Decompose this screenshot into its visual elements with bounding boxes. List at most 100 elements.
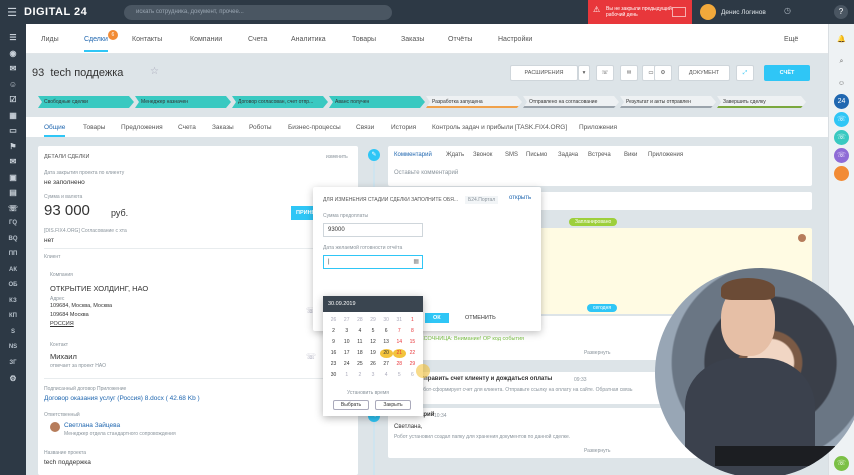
- day-cell[interactable]: 14: [393, 338, 406, 347]
- sum-value[interactable]: 93 000: [44, 202, 90, 219]
- day-cell[interactable]: 12: [366, 338, 379, 347]
- menu-icon[interactable]: ☰: [0, 6, 24, 19]
- chat-bot-icon[interactable]: ☏: [834, 148, 849, 163]
- day-cell[interactable]: 3: [340, 327, 353, 336]
- day-cell[interactable]: 27: [380, 360, 393, 369]
- tab-products[interactable]: Товары: [83, 124, 105, 131]
- tab-apps[interactable]: Приложения: [579, 124, 617, 131]
- nav-settings[interactable]: Настройки: [498, 36, 532, 43]
- help-button[interactable]: ?: [834, 5, 848, 19]
- ctab-meeting[interactable]: Встреча: [588, 152, 611, 158]
- report-date-input[interactable]: | ▦: [323, 255, 423, 269]
- close-button[interactable]: Закрыть: [375, 400, 411, 410]
- day-cell[interactable]: 6: [380, 327, 393, 336]
- email-button[interactable]: ✉: [620, 65, 638, 81]
- telephony-icon[interactable]: ☏: [0, 201, 26, 217]
- invoice-button[interactable]: СЧЁТ: [764, 65, 810, 81]
- tab-general[interactable]: Общие: [44, 124, 66, 137]
- day-cell[interactable]: 13: [380, 338, 393, 347]
- sidebar-item-kp[interactable]: КП: [0, 309, 26, 325]
- ctab-comment[interactable]: Комментарий: [394, 152, 432, 158]
- mail-icon[interactable]: ✉: [0, 154, 26, 170]
- contact-name[interactable]: Михаил: [50, 352, 77, 361]
- day-cell[interactable]: 18: [353, 349, 366, 358]
- calendar-icon[interactable]: ▦: [413, 258, 419, 265]
- document-button[interactable]: ДОКУМЕНТ: [678, 65, 730, 81]
- stage-3[interactable]: Аванс получен: [329, 96, 425, 108]
- workday-alert[interactable]: ⚠ Вы не закрыли предыдущий рабочий день: [588, 0, 692, 24]
- stage-6[interactable]: Результат и акты отправлен: [620, 96, 716, 108]
- sidebar-item-bq[interactable]: BQ: [0, 232, 26, 248]
- expand-link[interactable]: Развернуть: [584, 448, 611, 454]
- tab-links[interactable]: Связи: [356, 124, 374, 131]
- notifications-icon[interactable]: 🔔: [834, 32, 849, 47]
- day-cell[interactable]: 5: [393, 371, 406, 380]
- change-link[interactable]: изменить: [326, 154, 348, 160]
- day-cell[interactable]: 30: [327, 371, 340, 380]
- day-cell[interactable]: 30: [380, 316, 393, 325]
- extensions-button[interactable]: РАСШИРЕНИЯ: [510, 65, 578, 81]
- expand-link[interactable]: Развернуть: [584, 350, 611, 356]
- crm-icon[interactable]: ⚑: [0, 139, 26, 155]
- day-cell[interactable]: 1: [406, 316, 419, 325]
- day-cell[interactable]: 5: [366, 327, 379, 336]
- stage-7[interactable]: Завершить сделку: [717, 96, 806, 108]
- nav-contacts[interactable]: Контакты: [132, 36, 162, 43]
- tab-robots[interactable]: Роботы: [249, 124, 272, 131]
- ctab-email[interactable]: Письмо: [526, 152, 547, 158]
- sidebar-item-gq[interactable]: ГQ: [0, 216, 26, 232]
- day-cell[interactable]: 28: [353, 316, 366, 325]
- day-cell[interactable]: 25: [353, 360, 366, 369]
- day-cell[interactable]: 26: [366, 360, 379, 369]
- day-cell[interactable]: 29: [366, 316, 379, 325]
- set-time-link[interactable]: Установить время: [347, 390, 389, 396]
- tab-history[interactable]: История: [391, 124, 416, 131]
- day-cell[interactable]: 22: [406, 349, 419, 358]
- day-cell[interactable]: 9: [327, 338, 340, 347]
- sidebar-item-pp[interactable]: ПП: [0, 247, 26, 263]
- feed-icon[interactable]: ◉: [0, 46, 26, 62]
- disk-icon[interactable]: ▭: [0, 123, 26, 139]
- choose-button[interactable]: Выбрать: [333, 400, 369, 410]
- fullscreen-button[interactable]: ⤢: [736, 65, 754, 81]
- sidebar-item-ob[interactable]: ОБ: [0, 278, 26, 294]
- chat-icon[interactable]: ✉: [0, 61, 26, 77]
- phone-button[interactable]: ☏: [596, 65, 614, 81]
- clock-icon[interactable]: ◷: [784, 6, 791, 15]
- day-cell[interactable]: 15: [406, 338, 419, 347]
- call-icon[interactable]: ☏: [834, 456, 849, 471]
- tab-bizproc[interactable]: Бизнес-процессы: [288, 124, 341, 131]
- ctab-sms[interactable]: SMS: [505, 152, 518, 158]
- day-cell[interactable]: 7: [393, 327, 406, 336]
- day-cell[interactable]: 23: [327, 360, 340, 369]
- day-cell[interactable]: 1: [340, 371, 353, 380]
- tab-orders[interactable]: Заказы: [212, 124, 234, 131]
- day-cell[interactable]: 4: [353, 327, 366, 336]
- contacts-icon[interactable]: ☺: [834, 76, 849, 91]
- day-cell[interactable]: 2: [327, 327, 340, 336]
- nav-invoices[interactable]: Счета: [248, 36, 267, 43]
- responsible-name[interactable]: Светлана Зайцева: [64, 422, 120, 429]
- prepay-input[interactable]: 93000: [323, 223, 423, 237]
- global-search-input[interactable]: искать сотрудника, документ, прочее...: [124, 5, 392, 20]
- star-icon[interactable]: ☆: [150, 66, 159, 77]
- day-cell[interactable]: 17: [340, 349, 353, 358]
- stage-4[interactable]: Разработка запущена: [426, 96, 522, 108]
- user-avatar[interactable]: [834, 166, 849, 181]
- nav-orders[interactable]: Заказы: [401, 36, 424, 43]
- group-icon[interactable]: ☺: [0, 77, 26, 93]
- b24-icon[interactable]: 24: [834, 94, 849, 109]
- ctab-apps[interactable]: Приложения: [648, 152, 683, 158]
- list-icon[interactable]: ☰: [0, 30, 26, 46]
- stage-0[interactable]: Свободные сделки: [38, 96, 134, 108]
- stage-5[interactable]: Отправлено на согласование: [523, 96, 619, 108]
- day-cell[interactable]: 11: [353, 338, 366, 347]
- nav-leads[interactable]: Лиды: [41, 36, 59, 43]
- day-cell[interactable]: 4: [380, 371, 393, 380]
- cancel-button[interactable]: ОТМЕНИТЬ: [465, 315, 496, 321]
- tab-task-control[interactable]: Контроль задач и прибыли [TASK.FIX4.ORG]: [432, 124, 567, 131]
- day-cell[interactable]: 8: [406, 327, 419, 336]
- day-cell[interactable]: 27: [340, 316, 353, 325]
- date-value[interactable]: не заполнено: [44, 179, 85, 186]
- day-cell[interactable]: 16: [327, 349, 340, 358]
